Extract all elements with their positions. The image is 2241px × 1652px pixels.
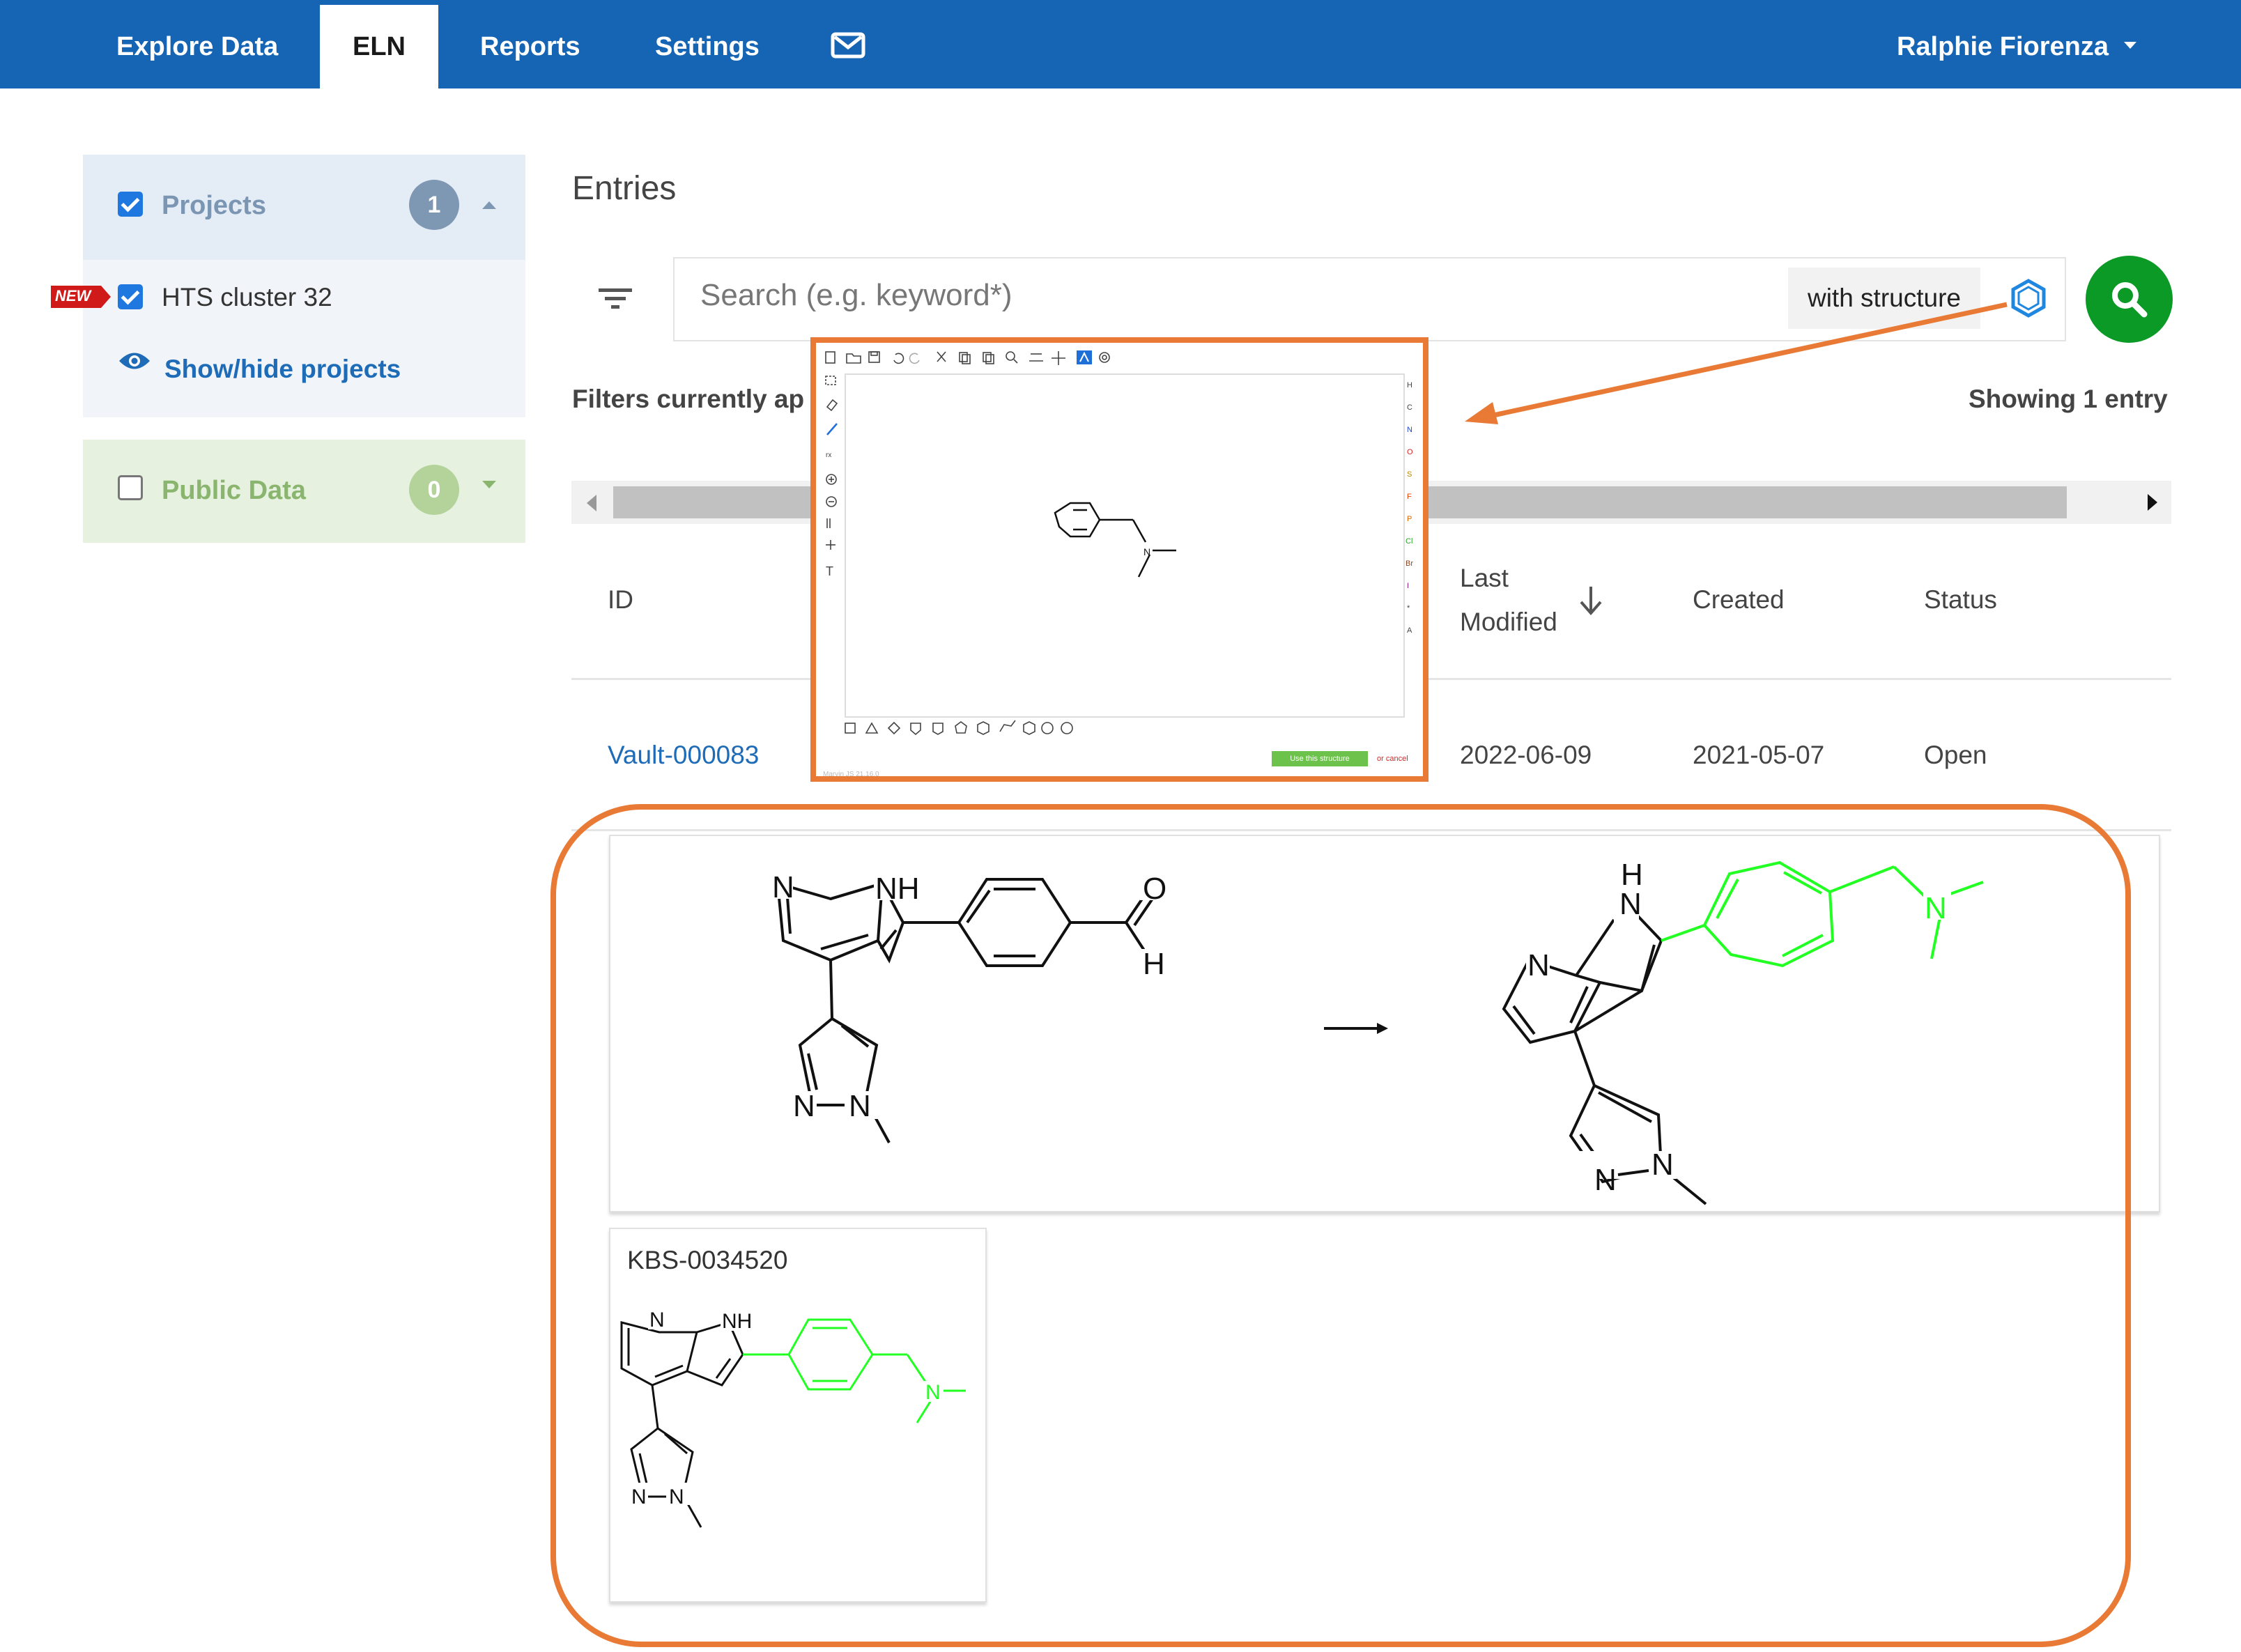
user-name: Ralphie Fiorenza bbox=[1896, 32, 2109, 61]
top-navbar: Explore Data ELN Reports Settings Ralphi… bbox=[0, 0, 2241, 88]
projects-count-badge: 1 bbox=[409, 180, 459, 230]
scroll-left-icon[interactable] bbox=[587, 495, 596, 511]
page-title: Entries bbox=[572, 170, 677, 207]
svg-text:F: F bbox=[1407, 493, 1412, 501]
eye-icon[interactable] bbox=[118, 350, 151, 375]
cancel-link[interactable]: or cancel bbox=[1377, 751, 1408, 766]
envelope-icon[interactable] bbox=[831, 32, 865, 60]
svg-text:I: I bbox=[1407, 582, 1409, 590]
svg-text:C: C bbox=[1407, 403, 1412, 412]
editor-top-toolbar[interactable] bbox=[823, 348, 1116, 366]
svg-text:A: A bbox=[1407, 626, 1412, 635]
show-hide-projects-link[interactable]: Show/hide projects bbox=[164, 355, 401, 384]
svg-text:*: * bbox=[1407, 604, 1410, 612]
projects-checkbox[interactable] bbox=[118, 192, 143, 217]
svg-text:Cl: Cl bbox=[1406, 537, 1412, 546]
nav-settings[interactable]: Settings bbox=[655, 0, 760, 88]
editor-periodic-toolbar[interactable]: H C N O S F P Cl Br I * A bbox=[1404, 373, 1424, 694]
sort-descending-icon[interactable] bbox=[1577, 585, 1605, 619]
filters-text: Filters currently ap bbox=[572, 385, 805, 413]
svg-text:P: P bbox=[1407, 515, 1412, 523]
annotation-rounded-frame bbox=[550, 804, 2131, 1647]
editor-version: Marvin JS 21.16.0 bbox=[823, 771, 879, 778]
caret-down-icon bbox=[2124, 41, 2136, 49]
svg-text:H: H bbox=[1407, 381, 1412, 389]
annotation-arrow bbox=[1465, 302, 2008, 424]
svg-text:O: O bbox=[1407, 448, 1413, 456]
svg-text:Br: Br bbox=[1406, 559, 1413, 568]
svg-text:T: T bbox=[826, 564, 833, 578]
search-button[interactable] bbox=[2086, 256, 2173, 343]
project-item-hts-cluster-32[interactable]: HTS cluster 32 bbox=[162, 283, 332, 312]
svg-text:S: S bbox=[1407, 470, 1412, 479]
projects-label: Projects bbox=[162, 191, 266, 220]
public-data-count-badge: 0 bbox=[409, 465, 459, 515]
row-last-modified: 2022-06-09 bbox=[1460, 741, 1592, 769]
col-header-id[interactable]: ID bbox=[608, 585, 633, 615]
svg-text:rx: rx bbox=[826, 451, 831, 459]
row-id-link[interactable]: Vault-000083 bbox=[608, 741, 759, 770]
svg-text:N: N bbox=[1407, 426, 1412, 434]
editor-template-toolbar[interactable] bbox=[842, 719, 1121, 739]
magnifier-icon bbox=[2112, 282, 2148, 318]
svg-text:N: N bbox=[1143, 546, 1150, 557]
nav-eln[interactable]: ELN bbox=[320, 5, 438, 88]
editor-canvas[interactable]: N bbox=[845, 373, 1405, 718]
col-header-last-modified-line2[interactable]: Modified bbox=[1460, 608, 1557, 637]
col-header-last-modified-line1[interactable]: Last bbox=[1460, 564, 1509, 593]
scroll-right-icon[interactable] bbox=[2148, 494, 2157, 511]
nav-explore-data[interactable]: Explore Data bbox=[116, 0, 278, 88]
public-data-checkbox[interactable] bbox=[118, 475, 143, 500]
project-checkbox-hts-cluster-32[interactable] bbox=[118, 284, 143, 309]
nav-reports[interactable]: Reports bbox=[480, 0, 580, 88]
editor-query-structure: N bbox=[1054, 502, 1176, 578]
public-data-label: Public Data bbox=[162, 476, 306, 505]
use-this-structure-button[interactable]: Use this structure bbox=[1272, 751, 1368, 766]
user-menu[interactable]: Ralphie Fiorenza bbox=[1897, 0, 2136, 88]
filter-icon[interactable] bbox=[599, 286, 632, 314]
col-header-created[interactable]: Created bbox=[1693, 585, 1785, 615]
editor-left-toolbar[interactable]: rx T bbox=[822, 373, 842, 582]
col-header-status[interactable]: Status bbox=[1924, 585, 1997, 615]
chevron-down-icon[interactable] bbox=[482, 481, 496, 488]
new-badge-label: NEW bbox=[55, 287, 91, 304]
chevron-up-icon[interactable] bbox=[482, 201, 496, 209]
row-created: 2021-05-07 bbox=[1693, 741, 1825, 769]
structure-editor-popup[interactable]: rx T N H C N O S F P Cl Br I * A Use thi… bbox=[810, 337, 1428, 782]
row-status: Open bbox=[1924, 741, 1987, 769]
projects-panel-header[interactable]: Projects 1 bbox=[83, 155, 525, 260]
projects-panel: Projects 1 HTS cluster 32 Show/hide proj… bbox=[83, 155, 525, 417]
new-badge: NEW bbox=[51, 286, 111, 311]
search-placeholder: Search (e.g. keyword*) bbox=[700, 278, 1012, 312]
public-data-panel[interactable]: Public Data 0 bbox=[83, 440, 525, 543]
